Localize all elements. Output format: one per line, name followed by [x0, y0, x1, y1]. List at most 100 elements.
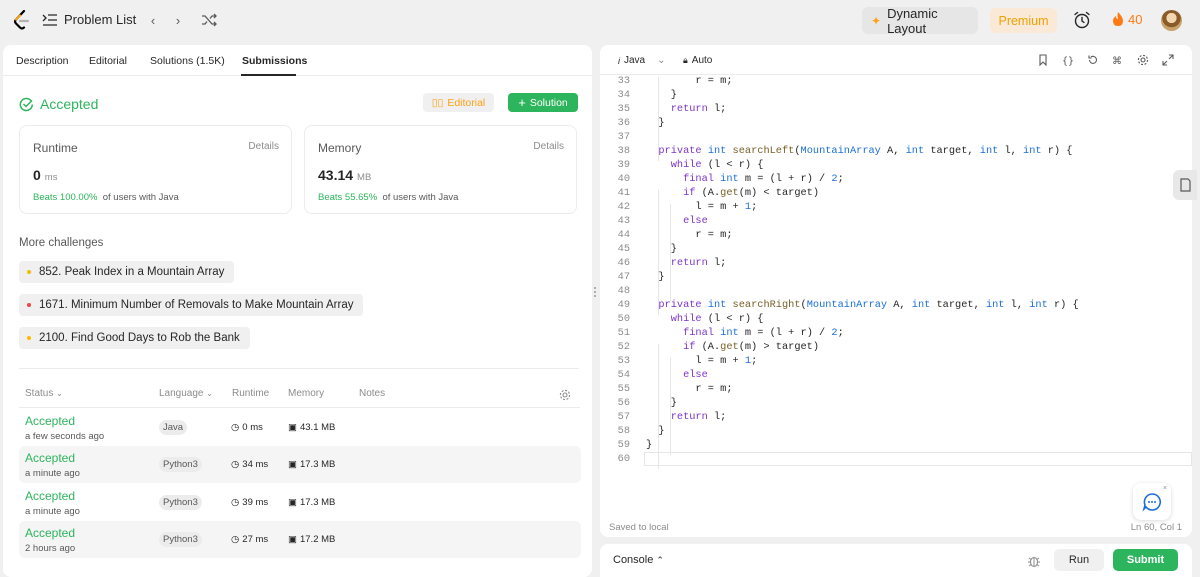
- sparkle-icon: ✦: [871, 13, 882, 28]
- status-text: Accepted: [40, 96, 99, 112]
- tab-editorial[interactable]: Editorial: [89, 55, 127, 67]
- memory-card[interactable]: Memory Details 43.14 MB Beats 55.65% of u…: [304, 125, 577, 214]
- check-circle-icon: [19, 97, 34, 111]
- run-button[interactable]: Run: [1054, 549, 1104, 571]
- book-icon: ▯▯: [431, 96, 444, 109]
- language-select[interactable]: i Java ⌄: [618, 55, 666, 66]
- difficulty-dot: [27, 303, 31, 307]
- table-row[interactable]: Accepted a few seconds ago Java ◷ 0 ms ▣ 4…: [19, 409, 581, 446]
- row-runtime: ◷ 27 ms: [231, 534, 269, 545]
- tab-description[interactable]: Description: [16, 55, 69, 67]
- code-area[interactable]: 33 r = m; 34 } 35 return l; 36 } 37 38 p…: [600, 74, 1192, 494]
- row-status[interactable]: Accepted: [25, 414, 75, 428]
- row-status[interactable]: Accepted: [25, 526, 75, 540]
- chip-icon: ▣: [288, 459, 297, 470]
- console-bar: Console ⌃ Run Submit: [600, 544, 1192, 577]
- console-toggle[interactable]: Console ⌃: [613, 554, 664, 566]
- chevron-left-icon: ‹: [150, 12, 156, 28]
- notes-column-header: Notes: [359, 388, 386, 399]
- expand-icon[interactable]: [1162, 54, 1174, 66]
- auto-mode-toggle[interactable]: 🔒︎ Auto: [683, 55, 712, 66]
- tab-solutions[interactable]: Solutions (1.5K): [150, 55, 225, 67]
- table-row[interactable]: Accepted a minute ago Python3 ◷ 39 ms ▣ 17…: [19, 484, 581, 521]
- row-status[interactable]: Accepted: [25, 489, 75, 503]
- shortcuts-icon[interactable]: ⌘: [1112, 54, 1124, 66]
- row-time: a minute ago: [25, 468, 80, 479]
- bookmark-icon[interactable]: [1037, 54, 1049, 66]
- status-column-header[interactable]: Status ⌄: [25, 388, 63, 399]
- avatar[interactable]: [1161, 10, 1182, 31]
- feedback-chat-button[interactable]: ×: [1133, 483, 1171, 520]
- runtime-details-link[interactable]: Details: [248, 141, 279, 152]
- row-language-badge: Python3: [159, 457, 202, 472]
- row-memory: ▣ 17.2 MB: [288, 534, 336, 545]
- challenge-item[interactable]: 852. Peak Index in a Mountain Array: [19, 261, 235, 283]
- challenge-item[interactable]: 2100. Find Good Days to Rob the Bank: [19, 327, 250, 349]
- editor-toolbar: i Java ⌄ 🔒︎ Auto {} ⌘: [600, 45, 1192, 75]
- code-editor-panel: i Java ⌄ 🔒︎ Auto {} ⌘ 33 r = m; 34 } 35 …: [600, 45, 1192, 537]
- settings-gear-icon[interactable]: [1137, 54, 1149, 66]
- chevron-up-icon: ⌃: [656, 555, 664, 565]
- note-icon: [1180, 178, 1191, 192]
- svg-text:⌘: ⌘: [1112, 56, 1122, 66]
- prev-problem-button[interactable]: ‹: [142, 10, 164, 30]
- row-runtime: ◷ 39 ms: [231, 497, 269, 508]
- solution-button[interactable]: + Solution: [508, 93, 578, 112]
- memory-value: 43.14 MB: [318, 167, 372, 183]
- row-language-badge: Python3: [159, 495, 202, 510]
- plus-icon: +: [518, 95, 526, 110]
- clock-icon: ◷: [231, 497, 240, 508]
- editorial-button[interactable]: ▯▯ Editorial: [423, 93, 494, 112]
- submission-panel: Description Editorial Solutions (1.5K) S…: [3, 45, 592, 577]
- panel-resize-handle[interactable]: [594, 287, 597, 299]
- svg-text:{}: {}: [1062, 56, 1074, 66]
- problem-list-link[interactable]: Problem List: [64, 12, 136, 27]
- tab-submissions[interactable]: Submissions: [242, 55, 307, 67]
- lock-icon: 🔒︎: [683, 55, 688, 65]
- next-problem-button[interactable]: ›: [167, 10, 189, 30]
- alarm-clock-icon[interactable]: [1073, 11, 1091, 29]
- info-icon: i: [618, 55, 620, 66]
- leetcode-logo-icon[interactable]: [12, 10, 32, 32]
- difficulty-dot: [27, 270, 31, 274]
- shuffle-icon[interactable]: [201, 12, 217, 28]
- runtime-column-header: Runtime: [232, 388, 270, 399]
- submit-button[interactable]: Submit: [1113, 549, 1178, 571]
- table-row[interactable]: Accepted a minute ago Python3 ◷ 34 ms ▣ 17…: [19, 446, 581, 483]
- memory-details-link[interactable]: Details: [533, 141, 564, 152]
- row-time: 2 hours ago: [25, 543, 76, 554]
- runtime-value: 0 ms: [33, 167, 58, 183]
- editorial-button-label: Editorial: [447, 96, 486, 109]
- clock-icon: ◷: [231, 534, 240, 545]
- active-tab-indicator: [241, 74, 296, 76]
- current-line-highlight: [644, 452, 1192, 466]
- solution-button-label: Solution: [529, 96, 568, 109]
- premium-button[interactable]: Premium: [990, 8, 1057, 33]
- streak-count: 40: [1128, 11, 1143, 27]
- challenge-item[interactable]: 1671. Minimum Number of Removals to Make…: [19, 294, 364, 316]
- auto-mode-label: Auto: [691, 55, 713, 66]
- close-icon: ×: [1163, 485, 1167, 492]
- gear-icon[interactable]: [559, 389, 571, 401]
- side-drawer-tab[interactable]: [1173, 170, 1197, 200]
- row-status[interactable]: Accepted: [25, 451, 75, 465]
- reset-icon[interactable]: [1087, 54, 1099, 66]
- row-language-badge: Python3: [159, 532, 202, 547]
- top-navbar: Problem List ‹ › ✦ Dynamic Layout Premiu…: [0, 0, 1200, 41]
- streak-counter[interactable]: 40: [1111, 11, 1142, 27]
- table-row[interactable]: Accepted 2 hours ago Python3 ◷ 27 ms ▣ 17.…: [19, 521, 581, 558]
- debug-bug-icon[interactable]: [1027, 554, 1041, 568]
- row-time: a minute ago: [25, 506, 80, 517]
- challenge-label: 2100. Find Good Days to Rob the Bank: [39, 332, 240, 344]
- flame-icon: [1113, 12, 1123, 26]
- problem-list-icon[interactable]: [42, 13, 58, 27]
- format-code-icon[interactable]: {}: [1062, 54, 1074, 66]
- challenge-label: 1671. Minimum Number of Removals to Make…: [39, 299, 354, 311]
- cursor-position: Ln 60, Col 1: [1130, 522, 1182, 533]
- runtime-card[interactable]: Runtime Details 0 ms Beats 100.00% of use…: [19, 125, 292, 214]
- memory-beats: Beats 55.65% of users with Java: [318, 192, 459, 203]
- memory-column-header: Memory: [288, 388, 325, 399]
- row-time: a few seconds ago: [25, 431, 105, 442]
- dynamic-layout-button[interactable]: ✦ Dynamic Layout: [862, 6, 978, 36]
- language-column-header[interactable]: Language ⌄: [159, 388, 213, 399]
